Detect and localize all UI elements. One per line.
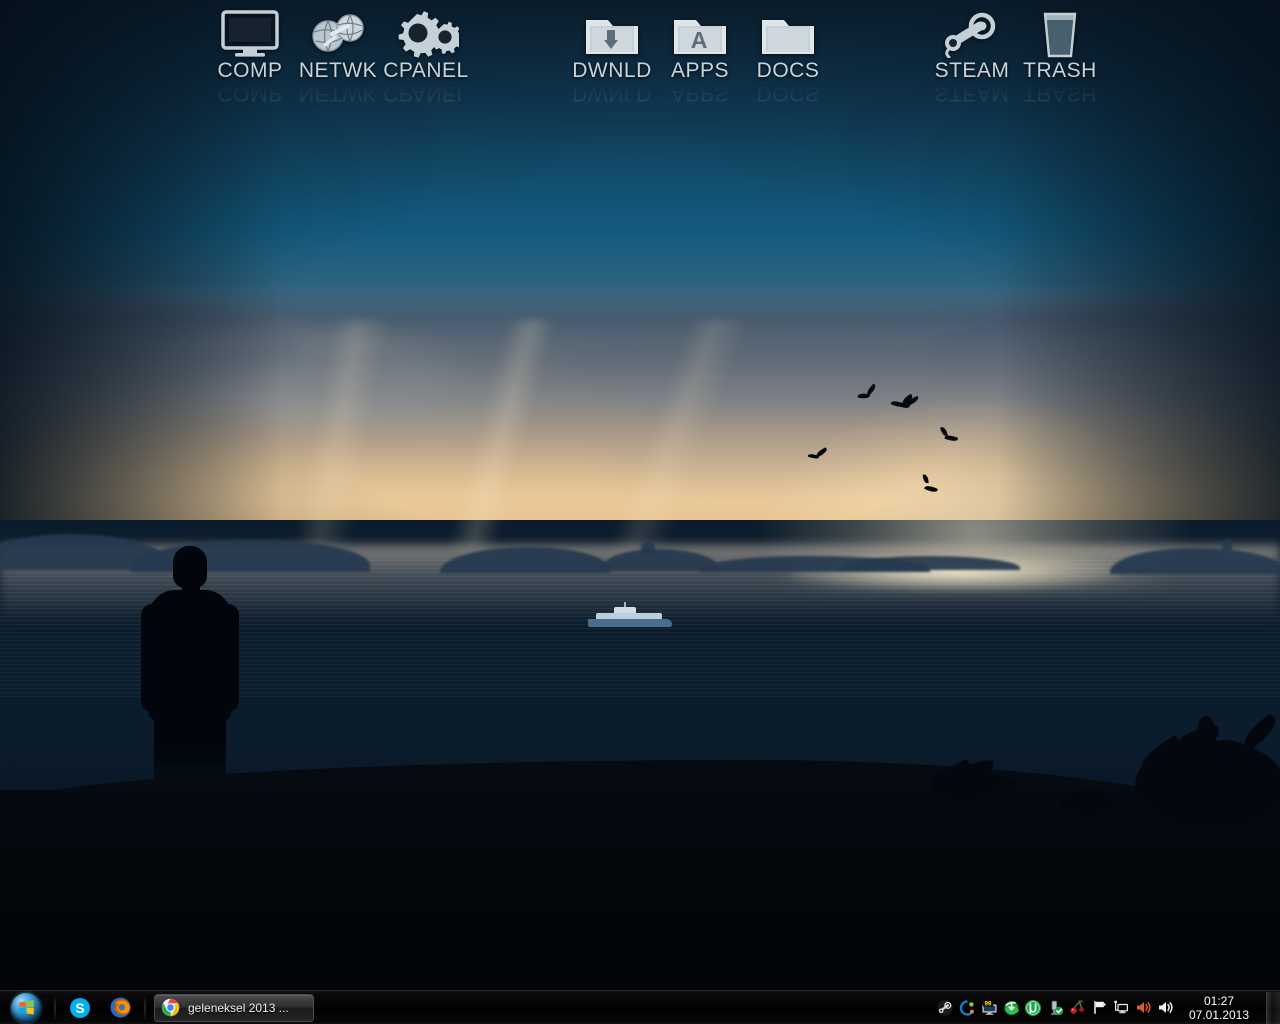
tray-icon-steam[interactable] xyxy=(934,993,956,1023)
tray-icon-network[interactable] xyxy=(1110,993,1132,1023)
desktop-icon-label-reflection: CPANEL xyxy=(383,82,469,105)
island-peak xyxy=(641,541,655,555)
chrome-icon xyxy=(161,998,180,1017)
foreground-ground xyxy=(0,790,1280,990)
tray-icon-idm[interactable] xyxy=(1000,993,1022,1023)
svg-text:A: A xyxy=(691,27,708,53)
desktop-icon-apps[interactable]: A APPS APPS xyxy=(656,0,744,105)
acronis-tray-icon xyxy=(959,999,974,1016)
dock-group-apps: STEAM STEAM TRASH TRASH xyxy=(928,0,1104,105)
network-globe-icon[interactable] xyxy=(302,0,374,58)
taskbar-window-title: geleneksel 2013 ... xyxy=(188,1000,289,1015)
quicklaunch-separator xyxy=(54,995,56,1020)
utorrent-tray-icon xyxy=(1025,999,1041,1016)
desktop[interactable]: COMP COMP NETWK NETWK CPANEL CPANEL DWNL… xyxy=(0,0,1280,1024)
desktop-icon-trash[interactable]: TRASH TRASH xyxy=(1016,0,1104,105)
flag-icon xyxy=(1093,1001,1106,1014)
monitor-badge-icon: 99 xyxy=(981,1000,997,1015)
clock-time: 01:27 xyxy=(1203,993,1235,1008)
desktop-icon-steam[interactable]: STEAM STEAM xyxy=(928,0,1016,105)
desktop-icon-label: APPS xyxy=(670,59,730,82)
island-peak xyxy=(1222,539,1232,551)
taskbar-window-button[interactable]: geleneksel 2013 ... xyxy=(154,993,314,1022)
taskbar-icon-firefox[interactable] xyxy=(100,992,140,1024)
skype-icon: S xyxy=(70,997,90,1018)
desktop-icon-comp[interactable]: COMP COMP xyxy=(206,0,294,105)
monitor-icon[interactable] xyxy=(214,0,286,58)
steam-icon[interactable] xyxy=(936,0,1008,58)
bird-silhouette xyxy=(936,426,959,448)
folder-applications-icon[interactable]: A xyxy=(664,0,736,58)
desktop-icon-cpanel[interactable]: CPANEL CPANEL xyxy=(382,0,470,105)
desktop-icon-label-reflection: DOCS xyxy=(756,82,820,105)
desktop-icon-netwk[interactable]: NETWK NETWK xyxy=(294,0,382,105)
cherry-tray-icon xyxy=(1070,999,1084,1014)
desktop-icon-label-reflection: DWNLD xyxy=(572,82,652,105)
bird-silhouette xyxy=(919,474,940,497)
speaker-orange-icon xyxy=(1136,1002,1151,1013)
desktop-icon-label: DWNLD xyxy=(572,59,652,82)
start-button[interactable] xyxy=(2,992,50,1024)
firefox-icon xyxy=(109,997,131,1018)
tasklist-separator xyxy=(144,995,146,1020)
usb-eject-icon xyxy=(1050,1000,1063,1015)
desktop-icon-dwnld[interactable]: DWNLD DWNLD xyxy=(568,0,656,105)
tray-icon-utorrent[interactable] xyxy=(1022,993,1044,1023)
taskbar[interactable]: S geleneksel 2013 ... 99 01:27 07.01.201… xyxy=(0,990,1280,1024)
network-monitor-icon xyxy=(1114,1000,1128,1014)
desktop-icon-docs[interactable]: DOCS DOCS xyxy=(744,0,832,105)
desktop-icon-label: STEAM xyxy=(934,59,1010,82)
idm-tray-icon xyxy=(1004,1000,1019,1015)
tray-icon-cherry[interactable] xyxy=(1066,993,1088,1023)
show-desktop-button[interactable] xyxy=(1266,991,1280,1024)
taskbar-icon-skype[interactable]: S xyxy=(60,992,100,1024)
desktop-icon-label-reflection: TRASH xyxy=(1023,82,1097,105)
tray-icon-usb-eject[interactable] xyxy=(1044,993,1066,1023)
bird-silhouette xyxy=(897,395,921,417)
desktop-icon-label: NETWK xyxy=(298,59,378,82)
desktop-icon-label-reflection: STEAM xyxy=(934,82,1010,105)
desktop-icon-label: TRASH xyxy=(1023,59,1097,82)
desktop-icon-label: DOCS xyxy=(756,59,820,82)
dock-group-folders: DWNLD DWNLD A APPS APPS DOCS DOCS xyxy=(568,0,832,105)
svg-text:S: S xyxy=(75,1000,84,1016)
tray-icon-recording[interactable] xyxy=(1132,993,1154,1023)
tray-icon-acronis[interactable] xyxy=(956,993,978,1023)
windows-orb-icon[interactable] xyxy=(11,992,41,1023)
bush-silhouette xyxy=(1196,716,1216,758)
desktop-icon-label-reflection: APPS xyxy=(670,82,730,105)
desktop-icon-label: COMP xyxy=(217,59,283,82)
desktop-icon-dock: COMP COMP NETWK NETWK CPANEL CPANEL DWNL… xyxy=(0,0,1280,110)
taskbar-clock[interactable]: 01:27 07.01.2013 xyxy=(1176,992,1262,1024)
folder-download-icon[interactable] xyxy=(576,0,648,58)
desktop-icon-label-reflection: NETWK xyxy=(298,82,378,105)
folder-documents-icon[interactable] xyxy=(752,0,824,58)
steam-tray-icon xyxy=(937,999,953,1016)
trash-bin-icon[interactable] xyxy=(1024,0,1096,58)
bird-silhouette xyxy=(807,447,829,464)
desktop-wallpaper xyxy=(0,0,1280,990)
desktop-icon-label: CPANEL xyxy=(383,59,469,82)
speaker-icon xyxy=(1158,1002,1173,1013)
system-tray[interactable]: 99 01:27 07.01.2013 xyxy=(934,991,1280,1024)
tray-icon-volume[interactable] xyxy=(1154,993,1176,1023)
desktop-icon-label-reflection: COMP xyxy=(217,82,283,105)
ferry-boat xyxy=(588,602,674,629)
tray-icon-action-center[interactable] xyxy=(1088,993,1110,1023)
bush-silhouette xyxy=(1060,790,1120,816)
dock-group-system: COMP COMP NETWK NETWK CPANEL CPANEL xyxy=(206,0,470,105)
clock-date: 07.01.2013 xyxy=(1188,1007,1250,1022)
tray-badge-count: 99 xyxy=(984,1001,991,1007)
gears-icon[interactable] xyxy=(390,0,462,58)
tray-icon-monitor-badge[interactable]: 99 xyxy=(978,993,1000,1023)
